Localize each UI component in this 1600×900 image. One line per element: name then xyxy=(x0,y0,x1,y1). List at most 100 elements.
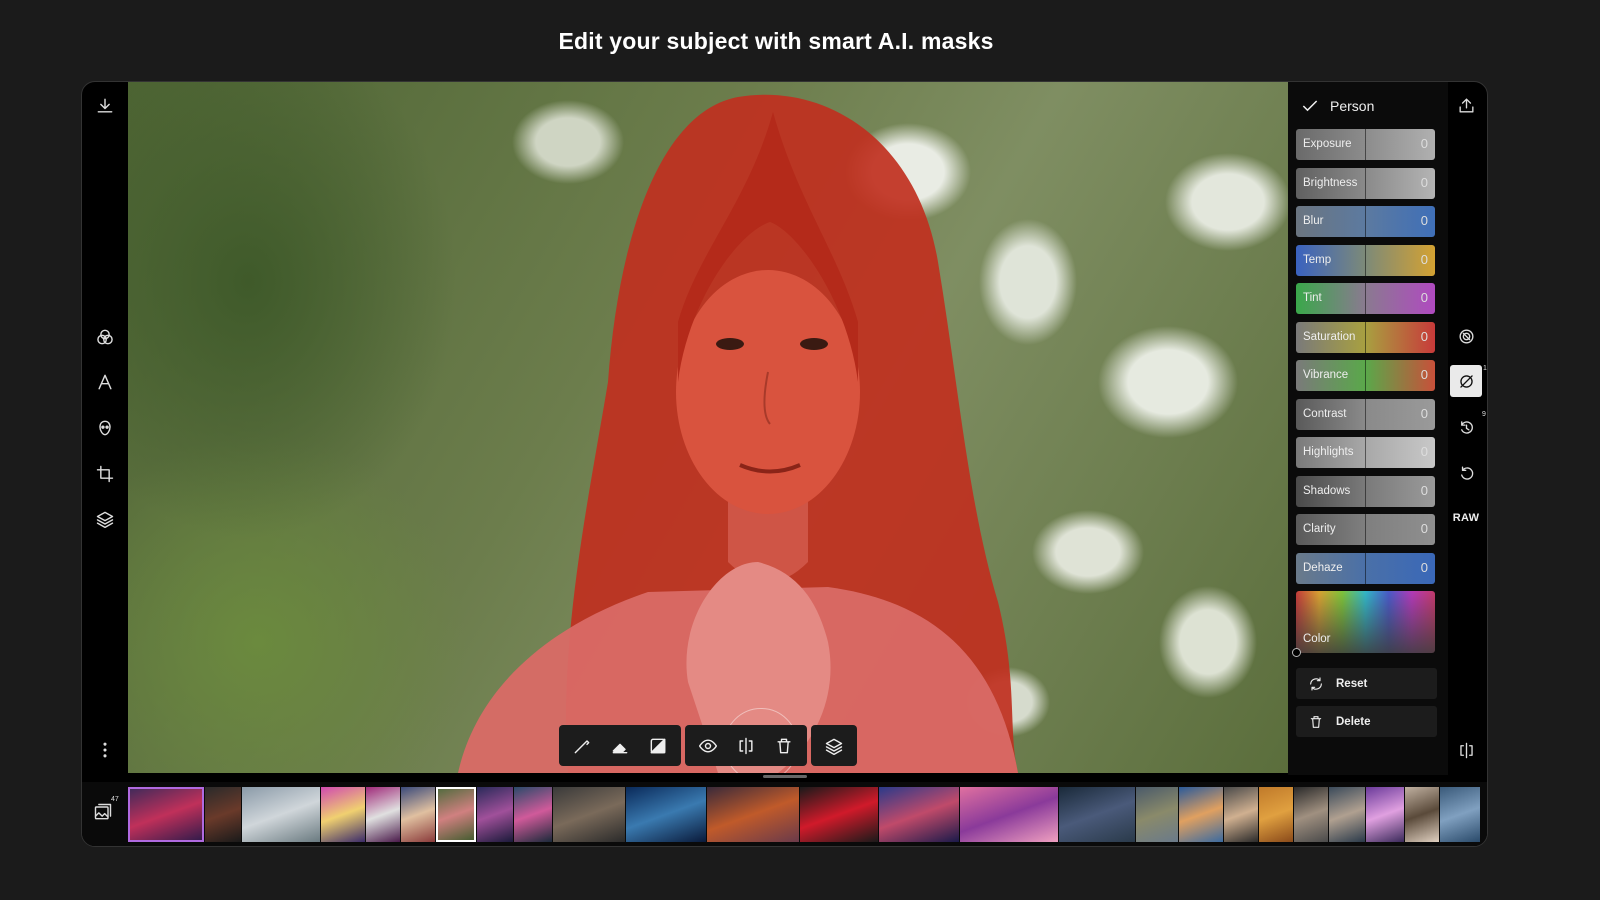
undo-icon[interactable] xyxy=(1450,457,1482,489)
mask-title: Person xyxy=(1330,98,1375,114)
slider-value: 0 xyxy=(1420,174,1428,190)
masks-badge: 1 xyxy=(1483,365,1487,372)
slider-vibrance[interactable]: Vibrance 0 xyxy=(1296,360,1435,391)
mask-layers-icon[interactable] xyxy=(817,729,851,763)
slider-center-mark xyxy=(1365,437,1366,468)
headline: Edit your subject with smart A.I. masks xyxy=(558,28,994,54)
thumbnail-list xyxy=(128,787,1480,842)
masks-icon[interactable] xyxy=(1450,365,1482,397)
raw-button[interactable]: RAW xyxy=(1448,512,1484,524)
slider-label: Brightness xyxy=(1303,176,1358,189)
slider-label: Blur xyxy=(1303,215,1324,227)
layers-icon[interactable] xyxy=(93,507,117,531)
slider-clarity[interactable]: Clarity 0 xyxy=(1296,514,1435,545)
photo-thumbnail[interactable] xyxy=(321,787,365,842)
trash-icon[interactable] xyxy=(767,729,801,763)
slider-center-mark xyxy=(1365,167,1366,199)
photo-thumbnail[interactable] xyxy=(1259,787,1293,842)
photo-thumbnail[interactable] xyxy=(1366,787,1404,842)
slider-blur[interactable]: Blur 0 xyxy=(1296,206,1435,237)
slider-shadows[interactable]: Shadows 0 xyxy=(1296,475,1435,507)
slider-brightness[interactable]: Brightness 0 xyxy=(1296,167,1435,199)
confirm-check-icon[interactable] xyxy=(1300,96,1320,116)
gallery-icon[interactable] xyxy=(93,802,117,826)
text-tool-icon[interactable] xyxy=(93,370,117,394)
reset-icon xyxy=(1310,676,1322,691)
presets-icon[interactable] xyxy=(1450,320,1482,352)
show-mask-eye-icon[interactable] xyxy=(691,729,725,763)
download-icon[interactable] xyxy=(93,94,117,118)
slider-value: 0 xyxy=(1420,521,1428,536)
slider-label: Clarity xyxy=(1303,523,1336,535)
delete-label: Delete xyxy=(1336,715,1371,728)
photo-thumbnail[interactable] xyxy=(366,787,400,842)
photo-thumbnail[interactable] xyxy=(1136,787,1178,842)
slider-tint[interactable]: Tint 0 xyxy=(1296,283,1435,314)
filters-icon[interactable] xyxy=(93,325,117,349)
brush-icon[interactable] xyxy=(565,729,599,763)
slider-temp[interactable]: Temp 0 xyxy=(1296,244,1435,276)
photo-thumbnail[interactable] xyxy=(401,787,435,842)
more-options-icon[interactable] xyxy=(93,738,117,762)
color-picker-handle[interactable] xyxy=(1292,648,1301,657)
adjustments-panel: Person Exposure 0 Brightness 0 Blur 0 Temp 0 Tin… xyxy=(1288,82,1448,775)
film-strip: 47 xyxy=(82,782,1487,846)
photo-thumbnail[interactable] xyxy=(1405,787,1439,842)
slider-label: Exposure xyxy=(1303,138,1352,150)
eraser-icon[interactable] xyxy=(603,729,637,763)
slider-label: Highlights xyxy=(1303,446,1354,458)
history-badge: 9 xyxy=(1482,411,1486,418)
slider-center-mark xyxy=(1365,398,1366,430)
left-tool-rail xyxy=(82,82,128,775)
slider-saturation[interactable]: Saturation 0 xyxy=(1296,321,1435,353)
invert-mask-icon[interactable] xyxy=(641,729,675,763)
photo-thumbnail[interactable] xyxy=(800,787,878,842)
photo-canvas[interactable] xyxy=(128,82,1288,773)
color-slider[interactable]: Color xyxy=(1296,591,1435,653)
mask-toolbar xyxy=(559,725,857,766)
photo-thumbnail[interactable] xyxy=(1179,787,1223,842)
slider-center-mark xyxy=(1365,552,1366,584)
film-strip-drag-handle[interactable] xyxy=(763,775,807,778)
gallery-count: 47 xyxy=(111,796,119,803)
history-icon[interactable] xyxy=(1450,411,1482,443)
slider-center-mark xyxy=(1365,206,1366,237)
reset-button[interactable]: Reset xyxy=(1296,668,1437,699)
slider-dehaze[interactable]: Dehaze 0 xyxy=(1296,552,1435,584)
compare-icon[interactable] xyxy=(729,729,763,763)
photo-thumbnail[interactable] xyxy=(128,787,204,842)
slider-value: 0 xyxy=(1420,444,1428,459)
retouch-icon[interactable] xyxy=(93,416,117,440)
slider-highlights[interactable]: Highlights 0 xyxy=(1296,437,1435,468)
photo-thumbnail[interactable] xyxy=(1059,787,1135,842)
photo-thumbnail[interactable] xyxy=(1224,787,1258,842)
share-icon[interactable] xyxy=(1450,89,1482,121)
slider-contrast[interactable]: Contrast 0 xyxy=(1296,398,1435,430)
photo-thumbnail[interactable] xyxy=(707,787,799,842)
slider-center-mark xyxy=(1365,244,1366,276)
photo-thumbnail[interactable] xyxy=(879,787,959,842)
delete-button[interactable]: Delete xyxy=(1296,706,1437,737)
subject-mask-overlay xyxy=(458,94,1018,773)
slider-exposure[interactable]: Exposure 0 xyxy=(1296,129,1435,160)
photo-thumbnail[interactable] xyxy=(205,787,241,842)
photo-thumbnail[interactable] xyxy=(626,787,706,842)
panel-header: Person xyxy=(1300,96,1374,116)
photo-thumbnail[interactable] xyxy=(960,787,1058,842)
photo-thumbnail[interactable] xyxy=(436,787,476,842)
color-label: Color xyxy=(1303,633,1331,645)
photo-thumbnail[interactable] xyxy=(477,787,513,842)
split-view-icon[interactable] xyxy=(1450,734,1482,766)
photo-thumbnail[interactable] xyxy=(1440,787,1480,842)
photo-thumbnail[interactable] xyxy=(1329,787,1365,842)
slider-center-mark xyxy=(1365,321,1366,353)
photo-thumbnail[interactable] xyxy=(242,787,320,842)
slider-label: Dehaze xyxy=(1303,561,1343,574)
slider-label: Tint xyxy=(1303,292,1322,304)
crop-icon[interactable] xyxy=(93,462,117,486)
photo-thumbnail[interactable] xyxy=(1294,787,1328,842)
photo-thumbnail[interactable] xyxy=(553,787,625,842)
slider-value: 0 xyxy=(1420,482,1428,498)
photo-thumbnail[interactable] xyxy=(514,787,552,842)
slider-value: 0 xyxy=(1420,136,1428,151)
